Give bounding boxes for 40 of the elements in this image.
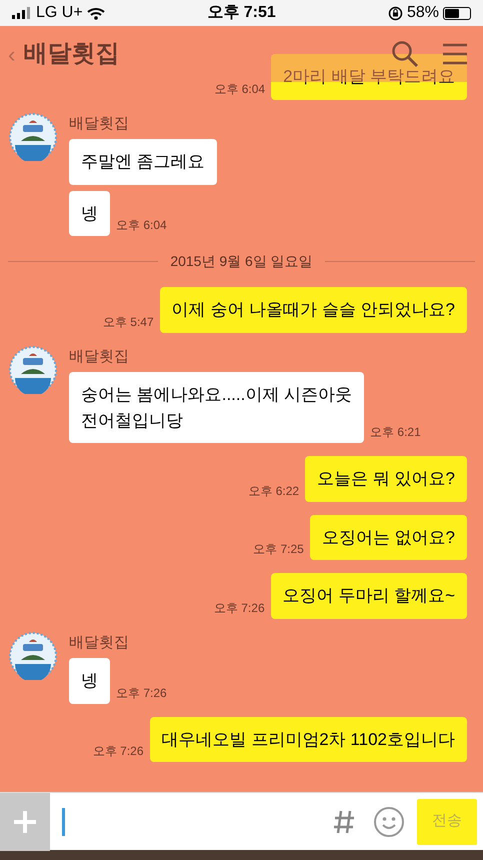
sender-name: 배달횟집 [69, 346, 130, 366]
message-bubble: 숭어는 봄에나와요.....이제 시즌아웃 전어철입니당 [69, 372, 364, 443]
message-bubble: 오징어는 없어요? [310, 514, 467, 560]
message-time: 오후 7:26 [92, 743, 144, 760]
wifi-icon [86, 6, 105, 20]
message-bubble: 오징어 두마리 할께요~ [270, 573, 467, 618]
message-bubble: 2마리 배달 부탁드려요 [271, 54, 467, 100]
message-time: 오후 6:21 [370, 424, 421, 441]
send-button[interactable]: 전송 [417, 798, 477, 844]
message-bubble: 넹 [69, 190, 110, 236]
status-time: 오후 7:51 [206, 3, 277, 23]
search-icon[interactable] [391, 40, 419, 68]
rotation-lock-icon [388, 6, 403, 20]
date-divider: 2015년 9월 6일 일요일 [170, 252, 313, 271]
message-time: 오후 7:26 [214, 600, 265, 616]
message-bubble: 오늘은 뭐 있어요? [305, 456, 467, 502]
message-bubble: 이제 숭어 나올때가 슬슬 안되었나요? [160, 287, 467, 332]
message-time: 오후 7:26 [116, 684, 167, 702]
back-button[interactable]: ‹ [8, 38, 16, 70]
message-time: 오후 6:04 [116, 217, 167, 234]
emoji-icon[interactable] [373, 806, 405, 838]
message-time: 오후 6:22 [248, 482, 300, 500]
battery-percent: 58% [406, 3, 439, 23]
sender-name: 배달횟집 [69, 114, 130, 134]
sender-name: 배달횟집 [69, 632, 130, 652]
avatar [9, 632, 57, 680]
message-time: 오후 5:47 [102, 314, 154, 330]
avatar [9, 112, 57, 160]
battery-icon [443, 6, 471, 20]
signal-icon [12, 7, 32, 19]
message-bubble: 주말엔 좀그레요 [69, 139, 217, 184]
hashtag-icon[interactable] [333, 808, 355, 834]
message-bubble: 대우네오빌 프리미엄2차 1102호입니다 [150, 716, 467, 762]
message-time: 오후 6:04 [214, 80, 266, 98]
menu-icon[interactable] [443, 43, 467, 65]
chat-title: 배달횟집 [23, 39, 120, 69]
message-time: 오후 7:25 [253, 541, 304, 558]
avatar [9, 346, 57, 394]
carrier-name: LG U+ [36, 3, 83, 23]
message-bubble: 넹 [69, 658, 110, 704]
